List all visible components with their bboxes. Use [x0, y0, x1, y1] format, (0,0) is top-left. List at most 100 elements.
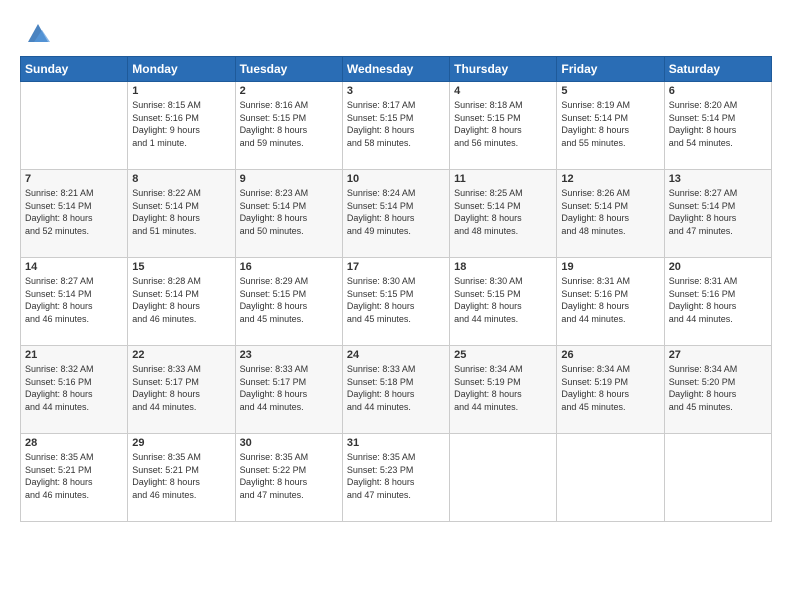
day-number: 18	[454, 261, 552, 273]
day-cell: 20 Sunrise: 8:31 AM Sunset: 5:16 PM Dayli…	[664, 258, 771, 346]
day-number: 19	[561, 261, 659, 273]
day-number: 15	[132, 261, 230, 273]
day-cell: 14 Sunrise: 8:27 AM Sunset: 5:14 PM Dayli…	[21, 258, 128, 346]
day-info: Sunrise: 8:24 AM Sunset: 5:14 PM Dayligh…	[347, 187, 445, 237]
day-number: 30	[240, 437, 338, 449]
day-cell: 30Sunrise: 8:35 AM Sunset: 5:22 PM Dayli…	[235, 434, 342, 522]
day-number: 31	[347, 437, 445, 449]
day-number: 10	[347, 173, 445, 185]
header	[20, 18, 772, 46]
logo-icon	[24, 18, 52, 46]
day-info: Sunrise: 8:35 AM Sunset: 5:21 PM Dayligh…	[25, 451, 123, 501]
day-cell: 5 Sunrise: 8:19 AM Sunset: 5:14 PM Daylig…	[557, 82, 664, 170]
day-cell: 7 Sunrise: 8:21 AM Sunset: 5:14 PM Daylig…	[21, 170, 128, 258]
day-info: Sunrise: 8:35 AM Sunset: 5:21 PM Dayligh…	[132, 451, 230, 501]
day-number: 7	[25, 173, 123, 185]
day-info: Sunrise: 8:25 AM Sunset: 5:14 PM Dayligh…	[454, 187, 552, 237]
day-cell	[664, 434, 771, 522]
day-cell: 27 Sunrise: 8:34 AM Sunset: 5:20 PM Dayli…	[664, 346, 771, 434]
week-row-2: 7 Sunrise: 8:21 AM Sunset: 5:14 PM Daylig…	[21, 170, 772, 258]
day-cell: 9 Sunrise: 8:23 AM Sunset: 5:14 PM Daylig…	[235, 170, 342, 258]
day-cell: 24 Sunrise: 8:33 AM Sunset: 5:18 PM Dayli…	[342, 346, 449, 434]
day-cell: 21 Sunrise: 8:32 AM Sunset: 5:16 PM Dayli…	[21, 346, 128, 434]
day-info: Sunrise: 8:19 AM Sunset: 5:14 PM Dayligh…	[561, 99, 659, 149]
day-number: 17	[347, 261, 445, 273]
day-number: 2	[240, 85, 338, 97]
page: SundayMondayTuesdayWednesdayThursdayFrid…	[0, 0, 792, 612]
day-info: Sunrise: 8:33 AM Sunset: 5:18 PM Dayligh…	[347, 363, 445, 413]
day-number: 14	[25, 261, 123, 273]
day-number: 8	[132, 173, 230, 185]
day-number: 28	[25, 437, 123, 449]
day-number: 6	[669, 85, 767, 97]
day-number: 23	[240, 349, 338, 361]
day-cell: 23 Sunrise: 8:33 AM Sunset: 5:17 PM Dayli…	[235, 346, 342, 434]
day-info: Sunrise: 8:34 AM Sunset: 5:20 PM Dayligh…	[669, 363, 767, 413]
day-cell: 22Sunrise: 8:33 AM Sunset: 5:17 PM Dayli…	[128, 346, 235, 434]
day-cell: 25 Sunrise: 8:34 AM Sunset: 5:19 PM Dayli…	[450, 346, 557, 434]
day-cell: 4 Sunrise: 8:18 AM Sunset: 5:15 PM Daylig…	[450, 82, 557, 170]
day-number: 4	[454, 85, 552, 97]
day-info: Sunrise: 8:20 AM Sunset: 5:14 PM Dayligh…	[669, 99, 767, 149]
day-cell: 19 Sunrise: 8:31 AM Sunset: 5:16 PM Dayli…	[557, 258, 664, 346]
day-number: 24	[347, 349, 445, 361]
day-number: 9	[240, 173, 338, 185]
day-cell: 15 Sunrise: 8:28 AM Sunset: 5:14 PM Dayli…	[128, 258, 235, 346]
day-cell: 1Sunrise: 8:15 AM Sunset: 5:16 PM Daylig…	[128, 82, 235, 170]
day-cell: 8 Sunrise: 8:22 AM Sunset: 5:14 PM Daylig…	[128, 170, 235, 258]
day-info: Sunrise: 8:31 AM Sunset: 5:16 PM Dayligh…	[561, 275, 659, 325]
day-number: 13	[669, 173, 767, 185]
day-cell: 3 Sunrise: 8:17 AM Sunset: 5:15 PM Daylig…	[342, 82, 449, 170]
day-cell	[21, 82, 128, 170]
day-cell: 28 Sunrise: 8:35 AM Sunset: 5:21 PM Dayli…	[21, 434, 128, 522]
weekday-friday: Friday	[557, 57, 664, 82]
weekday-thursday: Thursday	[450, 57, 557, 82]
day-number: 1	[132, 85, 230, 97]
day-number: 22	[132, 349, 230, 361]
day-cell: 11 Sunrise: 8:25 AM Sunset: 5:14 PM Dayli…	[450, 170, 557, 258]
day-number: 5	[561, 85, 659, 97]
week-row-1: 1Sunrise: 8:15 AM Sunset: 5:16 PM Daylig…	[21, 82, 772, 170]
day-info: Sunrise: 8:27 AM Sunset: 5:14 PM Dayligh…	[25, 275, 123, 325]
day-info: Sunrise: 8:21 AM Sunset: 5:14 PM Dayligh…	[25, 187, 123, 237]
day-info: Sunrise: 8:27 AM Sunset: 5:14 PM Dayligh…	[669, 187, 767, 237]
day-info: Sunrise: 8:17 AM Sunset: 5:15 PM Dayligh…	[347, 99, 445, 149]
day-info: Sunrise: 8:34 AM Sunset: 5:19 PM Dayligh…	[561, 363, 659, 413]
day-info: Sunrise: 8:22 AM Sunset: 5:14 PM Dayligh…	[132, 187, 230, 237]
day-cell: 2Sunrise: 8:16 AM Sunset: 5:15 PM Daylig…	[235, 82, 342, 170]
day-info: Sunrise: 8:23 AM Sunset: 5:14 PM Dayligh…	[240, 187, 338, 237]
day-info: Sunrise: 8:32 AM Sunset: 5:16 PM Dayligh…	[25, 363, 123, 413]
day-number: 21	[25, 349, 123, 361]
day-info: Sunrise: 8:18 AM Sunset: 5:15 PM Dayligh…	[454, 99, 552, 149]
week-row-3: 14 Sunrise: 8:27 AM Sunset: 5:14 PM Dayli…	[21, 258, 772, 346]
day-cell: 17 Sunrise: 8:30 AM Sunset: 5:15 PM Dayli…	[342, 258, 449, 346]
day-cell: 6 Sunrise: 8:20 AM Sunset: 5:14 PM Daylig…	[664, 82, 771, 170]
day-info: Sunrise: 8:29 AM Sunset: 5:15 PM Dayligh…	[240, 275, 338, 325]
day-info: Sunrise: 8:26 AM Sunset: 5:14 PM Dayligh…	[561, 187, 659, 237]
weekday-monday: Monday	[128, 57, 235, 82]
day-number: 16	[240, 261, 338, 273]
day-info: Sunrise: 8:28 AM Sunset: 5:14 PM Dayligh…	[132, 275, 230, 325]
day-cell: 12Sunrise: 8:26 AM Sunset: 5:14 PM Dayli…	[557, 170, 664, 258]
day-cell: 10 Sunrise: 8:24 AM Sunset: 5:14 PM Dayli…	[342, 170, 449, 258]
day-number: 26	[561, 349, 659, 361]
day-cell: 13 Sunrise: 8:27 AM Sunset: 5:14 PM Dayli…	[664, 170, 771, 258]
day-info: Sunrise: 8:31 AM Sunset: 5:16 PM Dayligh…	[669, 275, 767, 325]
logo	[20, 18, 52, 46]
weekday-sunday: Sunday	[21, 57, 128, 82]
day-info: Sunrise: 8:34 AM Sunset: 5:19 PM Dayligh…	[454, 363, 552, 413]
day-info: Sunrise: 8:33 AM Sunset: 5:17 PM Dayligh…	[240, 363, 338, 413]
week-row-5: 28 Sunrise: 8:35 AM Sunset: 5:21 PM Dayli…	[21, 434, 772, 522]
day-number: 20	[669, 261, 767, 273]
day-info: Sunrise: 8:30 AM Sunset: 5:15 PM Dayligh…	[454, 275, 552, 325]
day-number: 11	[454, 173, 552, 185]
day-number: 25	[454, 349, 552, 361]
day-cell: 18 Sunrise: 8:30 AM Sunset: 5:15 PM Dayli…	[450, 258, 557, 346]
weekday-tuesday: Tuesday	[235, 57, 342, 82]
weekday-saturday: Saturday	[664, 57, 771, 82]
weekday-header-row: SundayMondayTuesdayWednesdayThursdayFrid…	[21, 57, 772, 82]
day-number: 3	[347, 85, 445, 97]
day-info: Sunrise: 8:35 AM Sunset: 5:23 PM Dayligh…	[347, 451, 445, 501]
day-info: Sunrise: 8:30 AM Sunset: 5:15 PM Dayligh…	[347, 275, 445, 325]
day-number: 27	[669, 349, 767, 361]
